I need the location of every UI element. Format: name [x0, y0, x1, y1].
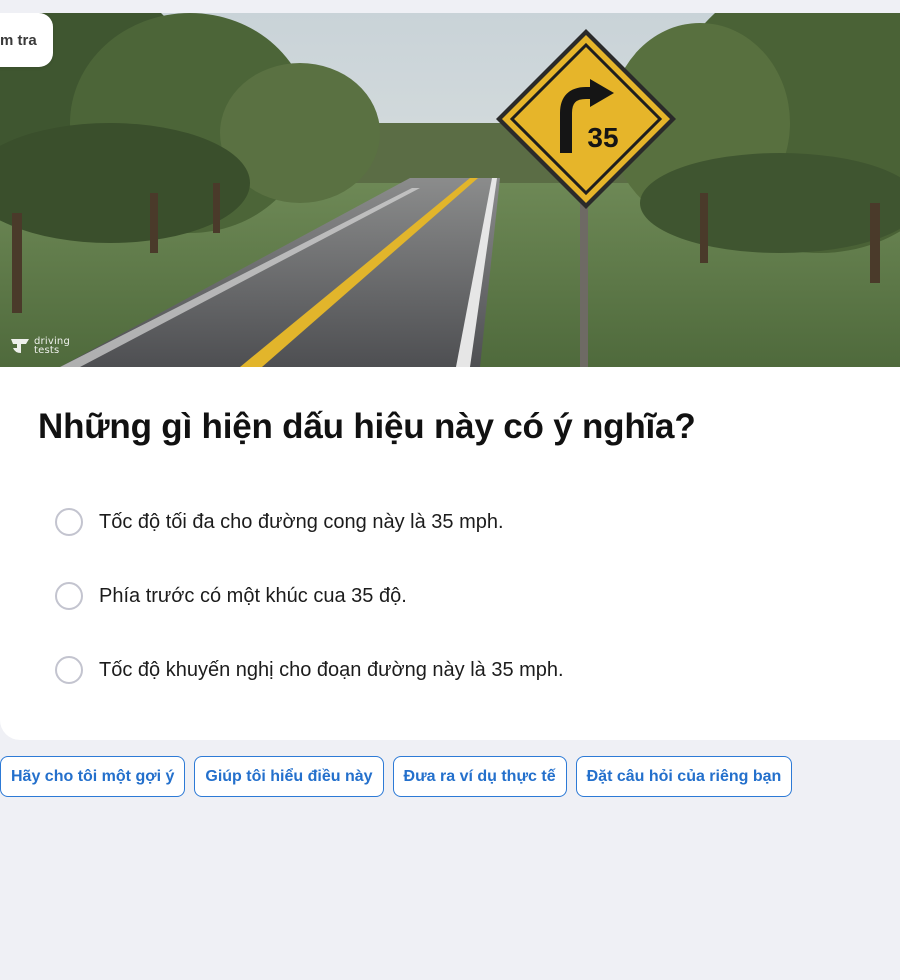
radio-button[interactable] [55, 582, 83, 610]
explain-button[interactable]: Giúp tôi hiểu điều này [194, 756, 384, 797]
question-card: 35 m tra driving tests Những gì hiện dấu… [0, 13, 900, 740]
ask-own-question-button[interactable]: Đặt câu hỏi của riêng bạn [575, 756, 793, 797]
answer-option-label: Tốc độ khuyến nghị cho đoạn đường này là… [99, 658, 564, 681]
radio-button[interactable] [55, 656, 83, 684]
drivingtests-logo: driving tests [9, 336, 70, 356]
answer-options: Tốc độ tối đa cho đường cong này là 35 m… [55, 503, 564, 725]
question-title: Những gì hiện dấu hiệu này có ý nghĩa? [38, 407, 696, 446]
ai-help-actions: Hãy cho tôi một gợi ý Giúp tôi hiểu điều… [0, 756, 793, 797]
road-sign-scene: 35 [0, 13, 900, 367]
answer-option-label: Phía trước có một khúc cua 35 độ. [99, 584, 407, 607]
answer-option-label: Tốc độ tối đa cho đường cong này là 35 m… [99, 510, 504, 533]
radio-button[interactable] [55, 508, 83, 536]
question-image: 35 [0, 13, 900, 367]
test-label-text: m tra [0, 31, 37, 49]
drivingtests-logo-icon [11, 339, 29, 353]
watermark-line2: tests [34, 345, 60, 356]
answer-option-3[interactable]: Tốc độ khuyến nghị cho đoạn đường này là… [55, 651, 564, 689]
sign-number: 35 [587, 122, 618, 153]
answer-option-1[interactable]: Tốc độ tối đa cho đường cong này là 35 m… [55, 503, 564, 541]
test-label-pill[interactable]: m tra [0, 13, 53, 67]
real-example-button[interactable]: Đưa ra ví dụ thực tế [392, 756, 567, 797]
hint-button[interactable]: Hãy cho tôi một gợi ý [0, 756, 186, 797]
answer-option-2[interactable]: Phía trước có một khúc cua 35 độ. [55, 577, 564, 615]
